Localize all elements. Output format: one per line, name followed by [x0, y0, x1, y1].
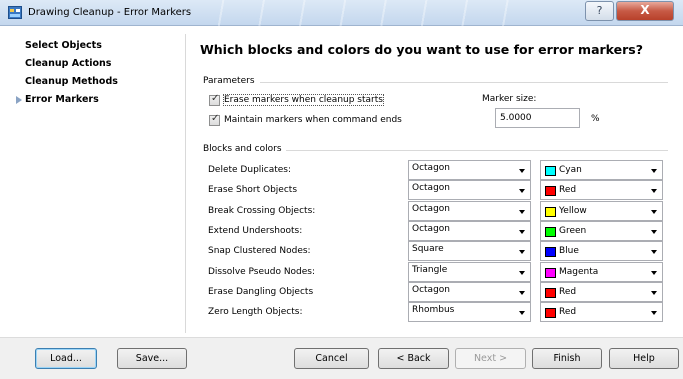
title-bar: Drawing Cleanup - Error Markers ? X	[0, 0, 683, 26]
row-label: Erase Short Objects	[208, 185, 298, 195]
color-dropdown[interactable]: Red	[540, 282, 663, 302]
chevron-down-icon	[519, 271, 525, 275]
title-bar-decoration	[200, 0, 530, 26]
close-icon: X	[640, 3, 650, 17]
row-label: Snap Clustered Nodes:	[208, 246, 311, 256]
erase-markers-checkbox[interactable]	[209, 93, 220, 106]
shape-dropdown[interactable]: Square	[408, 241, 531, 261]
shape-value: Rhombus	[412, 305, 455, 315]
color-swatch	[545, 207, 556, 217]
row-label: Break Crossing Objects:	[208, 206, 316, 216]
chevron-down-icon	[519, 169, 525, 173]
chevron-down-icon	[651, 271, 657, 275]
chevron-down-icon	[519, 291, 525, 295]
shape-dropdown[interactable]: Octagon	[408, 160, 531, 180]
chevron-down-icon	[651, 230, 657, 234]
nav-item-cleanup-methods[interactable]: Cleanup Methods	[25, 76, 118, 87]
chevron-down-icon	[651, 311, 657, 315]
row-label: Zero Length Objects:	[208, 307, 303, 317]
row-label: Dissolve Pseudo Nodes:	[208, 267, 316, 277]
shape-dropdown[interactable]: Octagon	[408, 221, 531, 241]
chevron-down-icon	[519, 210, 525, 214]
color-dropdown[interactable]: Green	[540, 221, 663, 241]
color-dropdown[interactable]: Blue	[540, 241, 663, 261]
color-value: Yellow	[559, 206, 587, 216]
nav-item-cleanup-actions[interactable]: Cleanup Actions	[25, 58, 111, 69]
shape-value: Octagon	[412, 183, 450, 193]
color-value: Cyan	[559, 165, 582, 175]
row-label: Delete Duplicates:	[208, 165, 292, 175]
blocks-section-label: Blocks and colors	[203, 144, 282, 154]
help-window-button[interactable]: ?	[585, 1, 614, 21]
shape-dropdown[interactable]: Octagon	[408, 282, 531, 302]
chevron-down-icon	[519, 311, 525, 315]
load-button[interactable]: Load...	[35, 348, 97, 369]
marker-size-input[interactable]: 5.0000	[495, 108, 580, 128]
color-swatch	[545, 166, 556, 176]
color-value: Blue	[559, 246, 579, 256]
shape-dropdown[interactable]: Triangle	[408, 262, 531, 282]
parameters-section-label: Parameters	[203, 76, 255, 86]
shape-value: Square	[412, 244, 444, 254]
color-dropdown[interactable]: Yellow	[540, 201, 663, 221]
help-button[interactable]: Help	[609, 348, 679, 369]
app-icon	[8, 6, 22, 19]
row-label: Erase Dangling Objects	[208, 287, 314, 297]
color-value: Red	[559, 185, 577, 195]
color-value: Red	[559, 307, 577, 317]
current-step-arrow-icon	[16, 96, 22, 104]
shape-value: Octagon	[412, 163, 450, 173]
back-button[interactable]: < Back	[378, 348, 449, 369]
page-title: Which blocks and colors do you want to u…	[200, 42, 643, 57]
marker-size-label: Marker size:	[482, 94, 537, 104]
color-swatch	[545, 288, 556, 298]
nav-item-error-markers[interactable]: Error Markers	[25, 94, 99, 105]
chevron-down-icon	[651, 169, 657, 173]
chevron-down-icon	[651, 210, 657, 214]
color-dropdown[interactable]: Magenta	[540, 262, 663, 282]
chevron-down-icon	[651, 189, 657, 193]
color-value: Red	[559, 287, 577, 297]
marker-size-unit: %	[591, 114, 600, 124]
blocks-divider	[286, 150, 668, 151]
nav-item-select-objects[interactable]: Select Objects	[25, 40, 102, 51]
color-swatch	[545, 247, 556, 257]
color-swatch	[545, 227, 556, 237]
finish-button[interactable]: Finish	[532, 348, 602, 369]
shape-dropdown[interactable]: Rhombus	[408, 302, 531, 322]
question-icon: ?	[596, 4, 603, 17]
next-button[interactable]: Next >	[455, 348, 526, 369]
save-button[interactable]: Save...	[117, 348, 187, 369]
shape-dropdown[interactable]: Octagon	[408, 180, 531, 200]
row-label: Extend Undershoots:	[208, 226, 303, 236]
color-dropdown[interactable]: Cyan	[540, 160, 663, 180]
color-swatch	[545, 268, 556, 278]
erase-markers-label[interactable]: Erase markers when cleanup starts	[223, 94, 384, 106]
nav-divider	[185, 34, 186, 333]
color-value: Magenta	[559, 267, 599, 277]
chevron-down-icon	[651, 250, 657, 254]
cancel-button[interactable]: Cancel	[294, 348, 369, 369]
parameters-divider	[260, 82, 668, 83]
maintain-markers-label[interactable]: Maintain markers when command ends	[224, 115, 402, 125]
shape-dropdown[interactable]: Octagon	[408, 201, 531, 221]
color-dropdown[interactable]: Red	[540, 302, 663, 322]
shape-value: Octagon	[412, 224, 450, 234]
shape-value: Triangle	[412, 265, 448, 275]
chevron-down-icon	[519, 250, 525, 254]
color-swatch	[545, 308, 556, 318]
chevron-down-icon	[519, 230, 525, 234]
color-dropdown[interactable]: Red	[540, 180, 663, 200]
chevron-down-icon	[651, 291, 657, 295]
close-window-button[interactable]: X	[616, 1, 674, 21]
maintain-markers-checkbox[interactable]	[209, 113, 220, 126]
shape-value: Octagon	[412, 204, 450, 214]
color-swatch	[545, 186, 556, 196]
window-title: Drawing Cleanup - Error Markers	[28, 7, 192, 18]
chevron-down-icon	[519, 189, 525, 193]
color-value: Green	[559, 226, 587, 236]
shape-value: Octagon	[412, 285, 450, 295]
